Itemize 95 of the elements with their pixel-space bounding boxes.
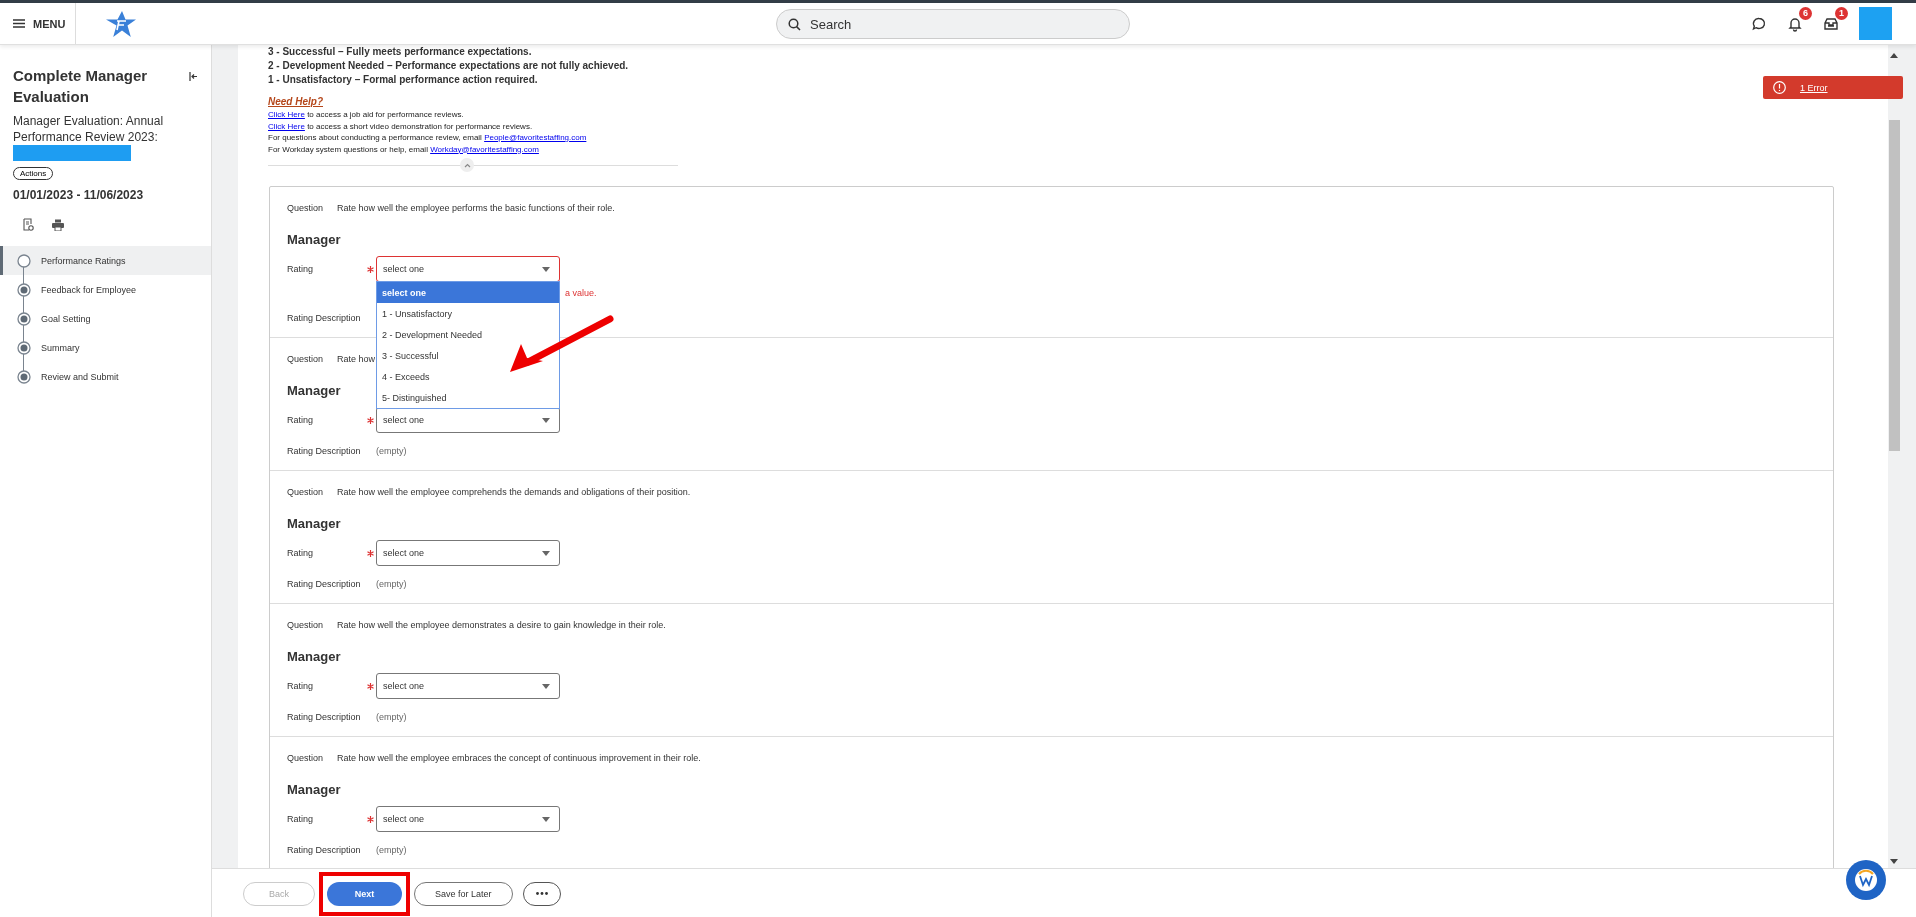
help-text: Click Here to access a job aid for performance reviews. bbox=[268, 109, 465, 121]
field-value: (empty) bbox=[376, 711, 407, 724]
section-heading: Manager bbox=[287, 231, 341, 249]
field-label: Rating Description bbox=[287, 445, 362, 458]
help-link[interactable]: Click Here bbox=[268, 110, 305, 119]
help-link[interactable]: People@favoritestaffing.com bbox=[484, 133, 587, 142]
caret-icon bbox=[542, 266, 550, 272]
question-text: Rate how well the employee comprehends the demands and obligations of their position. bbox=[337, 486, 691, 499]
help-text: For questions about conducting a performance review, email People@favoritestaffing.com bbox=[268, 132, 588, 144]
inbox-button[interactable] bbox=[1823, 15, 1839, 32]
section-heading: Manager bbox=[287, 382, 341, 400]
question-label: Question bbox=[287, 353, 324, 366]
action-button[interactable]: Save for Later bbox=[414, 881, 513, 906]
field-label: Rating bbox=[287, 681, 314, 691]
search-icon bbox=[788, 18, 801, 31]
rating-dropdown[interactable]: select one bbox=[376, 806, 560, 832]
chevron-up-icon bbox=[463, 162, 471, 168]
question-label: Question bbox=[287, 486, 324, 499]
bell-icon bbox=[1787, 15, 1803, 32]
section-heading: Manager bbox=[287, 781, 341, 799]
star-logo-icon[interactable] bbox=[106, 10, 136, 37]
rating-scale-text: 1 - Unsatisfactory – Formal performance action required. bbox=[268, 73, 539, 87]
question-text: Rate how well the employee performs the basic functions of their role. bbox=[337, 202, 615, 215]
document-icon[interactable] bbox=[23, 218, 34, 234]
help-text: Click Here to access a short video demonstration for performance reviews. bbox=[268, 120, 534, 132]
field-label: Rating Description bbox=[287, 711, 362, 724]
action-button[interactable]: Next bbox=[327, 881, 402, 906]
step-icon bbox=[17, 340, 31, 355]
caret-icon bbox=[542, 816, 550, 822]
notifications-button[interactable] bbox=[1787, 15, 1803, 32]
rating-dropdown[interactable]: select one bbox=[376, 256, 560, 282]
field-label: Rating bbox=[287, 814, 314, 824]
step-icon bbox=[17, 369, 31, 384]
step-item[interactable]: Summary bbox=[0, 333, 211, 362]
field-label: Rating bbox=[287, 264, 314, 274]
field-label: Rating bbox=[287, 548, 314, 558]
step-item[interactable]: Goal Setting bbox=[0, 304, 211, 333]
question-text: Rate how bbox=[337, 353, 376, 366]
task-subtitle: Manager Evaluation: Annual Performance Review 2023: bbox=[13, 113, 165, 145]
scrollbar-thumb[interactable] bbox=[1889, 120, 1900, 451]
actions-button[interactable]: Actions bbox=[13, 167, 54, 180]
rating-dropdown[interactable]: select one bbox=[376, 407, 560, 433]
field-value: (empty) bbox=[376, 445, 407, 458]
section-heading: Manager bbox=[287, 515, 341, 533]
dropdown-option[interactable]: select one bbox=[377, 282, 559, 303]
step-item[interactable]: Performance Ratings bbox=[0, 246, 211, 275]
field-value: (empty) bbox=[376, 844, 407, 857]
menu-icon bbox=[13, 19, 25, 28]
question-label: Question bbox=[287, 202, 324, 215]
field-label: Rating Description bbox=[287, 312, 362, 325]
help-link[interactable]: Workday@favoritestaffing.com bbox=[430, 144, 539, 154]
rating-scale-text: 2 - Development Needed – Performance expectations are not fully achieved. bbox=[268, 59, 630, 73]
question-text: Rate how well the employee demonstrates a desire to gain knowledge in their role. bbox=[337, 619, 666, 632]
step-item[interactable]: Review and Submit bbox=[0, 362, 211, 391]
inbox-count: 1 bbox=[1835, 6, 1848, 20]
scroll-up-icon[interactable] bbox=[1890, 53, 1898, 58]
step-item[interactable]: Feedback for Employee bbox=[0, 275, 211, 304]
chat-icon bbox=[1751, 15, 1767, 32]
alert-icon bbox=[1773, 81, 1786, 94]
rating-scale-text: 3 - Successful – Fully meets performance expectations. bbox=[268, 45, 533, 59]
task-title: Complete Manager Evaluation bbox=[13, 66, 149, 107]
inbox-icon bbox=[1823, 15, 1839, 32]
notification-count: 6 bbox=[1799, 6, 1812, 20]
section-heading: Manager bbox=[287, 648, 341, 666]
scroll-down-icon[interactable] bbox=[1890, 859, 1898, 864]
assistant-logo-icon bbox=[1853, 867, 1879, 893]
collapse-chevron-button[interactable] bbox=[460, 158, 474, 172]
step-icon bbox=[17, 253, 31, 268]
caret-icon bbox=[542, 683, 550, 689]
error-banner[interactable]: 1 Error bbox=[1763, 76, 1903, 99]
help-text: For Workday system questions or help, email Workday@favoritestaffing.com bbox=[268, 143, 540, 155]
field-label: Rating Description bbox=[287, 578, 362, 591]
field-label: Rating bbox=[287, 415, 314, 425]
caret-icon bbox=[542, 417, 550, 423]
help-link[interactable]: Click Here bbox=[268, 121, 305, 131]
date-range: 01/01/2023 - 11/06/2023 bbox=[13, 188, 145, 202]
search-field[interactable]: Search bbox=[776, 9, 1130, 39]
question-text: Rate how well the employee embraces the concept of continuous improvement in their role. bbox=[337, 752, 701, 765]
more-button[interactable] bbox=[522, 881, 561, 906]
ellipsis-icon bbox=[535, 892, 548, 895]
question-label: Question bbox=[287, 619, 324, 632]
collapse-button[interactable] bbox=[189, 69, 198, 84]
print-icon[interactable] bbox=[52, 218, 64, 234]
menu-button[interactable]: MENU bbox=[0, 3, 76, 44]
error-message: a value. bbox=[565, 288, 597, 298]
field-label: Rating Description bbox=[287, 844, 362, 857]
step-icon bbox=[17, 311, 31, 326]
chat-button[interactable] bbox=[1751, 15, 1767, 32]
step-icon bbox=[17, 282, 31, 297]
rating-dropdown[interactable]: select one bbox=[376, 540, 560, 566]
help-heading: Need Help? bbox=[268, 96, 323, 107]
rating-dropdown[interactable]: select one bbox=[376, 673, 560, 699]
field-value: (empty) bbox=[376, 578, 407, 591]
caret-icon bbox=[542, 550, 550, 556]
question-label: Question bbox=[287, 752, 324, 765]
